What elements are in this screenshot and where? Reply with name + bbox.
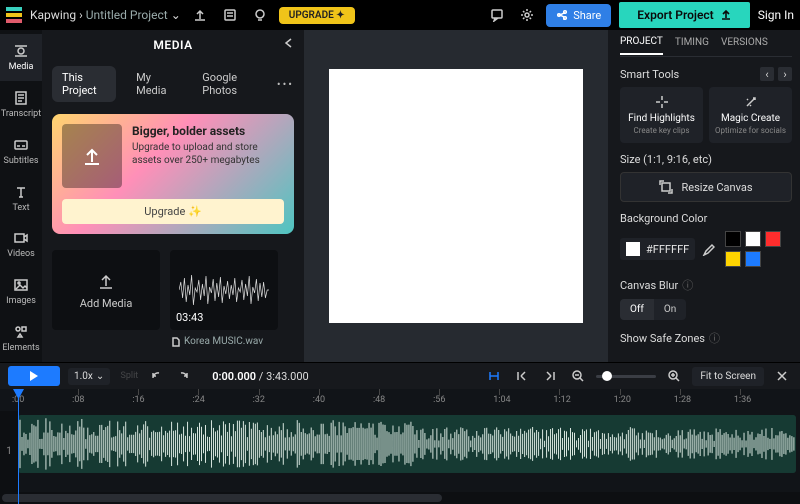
upgrade-card-title: Bigger, bolder assets: [132, 124, 284, 138]
audio-file-icon: [170, 337, 180, 347]
swatch-white[interactable]: [745, 231, 761, 247]
clip-duration: 03:43: [176, 311, 203, 324]
share-button[interactable]: Share: [546, 4, 611, 27]
play-button[interactable]: [8, 366, 60, 386]
media-panel-title: MEDIA: [153, 38, 192, 52]
audio-clip[interactable]: [18, 415, 796, 473]
redo-button[interactable]: [174, 366, 194, 386]
size-label: Size (1:1, 9:16, etc): [620, 153, 792, 166]
rail-subtitles[interactable]: Subtitles: [0, 128, 42, 175]
gear-icon[interactable]: [516, 4, 538, 26]
timeline: 1.0x ⌄ Split 0:00.000 / 3:43.000 Fit to …: [0, 362, 800, 504]
rail-elements[interactable]: Elements: [0, 315, 42, 362]
sidebar-rail: Media Transcript Subtitles Text Videos I…: [0, 30, 42, 362]
blur-toggle: Off On: [620, 299, 686, 320]
breadcrumb-sep: ›: [79, 8, 86, 22]
smart-next[interactable]: ›: [778, 67, 792, 81]
timeline-scrollbar[interactable]: [0, 492, 800, 504]
tab-this-project[interactable]: This Project: [52, 66, 116, 102]
timeline-ruler[interactable]: :00:08:16:24:32:40:48:561:041:121:201:28…: [0, 389, 800, 411]
track-number: 1: [0, 411, 18, 492]
sparkle-icon: [655, 95, 669, 109]
zoom-out-button[interactable]: [568, 366, 588, 386]
resize-icon: [659, 180, 673, 194]
swatch-blue[interactable]: [745, 251, 761, 267]
blur-on[interactable]: On: [654, 299, 686, 320]
split-button[interactable]: Split: [118, 366, 138, 386]
upgrade-button[interactable]: UPGRADE ✦: [279, 7, 355, 24]
collapse-panel-button[interactable]: [278, 32, 300, 54]
canvas[interactable]: [329, 69, 583, 323]
media-clip-tile[interactable]: 03:43: [170, 250, 278, 330]
smart-prev[interactable]: ‹: [760, 67, 774, 81]
canvas-area[interactable]: [304, 30, 608, 362]
breadcrumb: Kapwing › Untitled Project ⌄: [30, 8, 181, 22]
playback-speed[interactable]: 1.0x ⌄: [68, 368, 110, 385]
media-tabs-more[interactable]: •••: [277, 78, 294, 91]
clip-waveform: [18, 415, 796, 473]
waveform-icon: [179, 270, 269, 310]
signin-link[interactable]: Sign In: [758, 8, 794, 22]
swatch-black[interactable]: [725, 231, 741, 247]
upgrade-card: Bigger, bolder assets Upgrade to upload …: [52, 114, 294, 234]
upload-icon[interactable]: [189, 4, 211, 26]
upgrade-card-body: Upgrade to upload and store assets over …: [132, 141, 284, 167]
clip-filename: Korea MUSIC.wav: [170, 336, 278, 347]
rail-transcript[interactable]: Transcript: [0, 81, 42, 128]
rail-videos[interactable]: Videos: [0, 221, 42, 268]
eyedropper-button[interactable]: [701, 242, 715, 256]
zoom-slider[interactable]: [596, 375, 656, 378]
bg-hex-input[interactable]: #FFFFFF: [620, 238, 695, 260]
blur-off[interactable]: Off: [620, 299, 654, 320]
tab-project[interactable]: PROJECT: [620, 36, 663, 55]
smart-find-highlights[interactable]: Find Highlights Create key clips: [620, 87, 703, 143]
rail-text[interactable]: Text: [0, 175, 42, 222]
snap-toggle[interactable]: [484, 366, 504, 386]
current-color-swatch: [626, 242, 640, 256]
notes-icon[interactable]: [219, 4, 241, 26]
smart-magic-create[interactable]: Magic Create Optimize for socials: [709, 87, 792, 143]
swatch-red[interactable]: [765, 231, 781, 247]
tab-google-photos[interactable]: Google Photos: [192, 66, 267, 102]
add-media-tile[interactable]: Add Media: [52, 250, 160, 330]
lightbulb-icon[interactable]: [249, 4, 271, 26]
brand-logo: [6, 7, 22, 23]
project-panel: PROJECT TIMING VERSIONS Smart Tools ‹ › F…: [608, 30, 800, 362]
smart-tools-label: Smart Tools: [620, 68, 679, 81]
zoom-in-button[interactable]: [664, 366, 684, 386]
rail-images[interactable]: Images: [0, 268, 42, 315]
swatch-yellow[interactable]: [725, 251, 741, 267]
brand-name: Kapwing: [30, 8, 76, 22]
tab-my-media[interactable]: My Media: [126, 66, 182, 102]
export-button[interactable]: Export Project: [619, 2, 749, 28]
playhead[interactable]: [18, 389, 19, 504]
comment-icon[interactable]: [486, 4, 508, 26]
timecode: 0:00.000 / 3:43.000: [212, 370, 309, 383]
fit-to-screen-button[interactable]: Fit to Screen: [692, 367, 764, 386]
tab-versions[interactable]: VERSIONS: [721, 37, 768, 54]
blur-label: Canvas Blur: [620, 279, 678, 292]
scrollbar-thumb[interactable]: [2, 494, 442, 502]
close-timeline-button[interactable]: [772, 366, 792, 386]
wand-icon: [744, 95, 758, 109]
trim-end-button[interactable]: [540, 366, 560, 386]
upgrade-card-thumb: [62, 124, 122, 188]
tab-timing[interactable]: TIMING: [675, 37, 709, 54]
color-palette: [725, 231, 792, 267]
undo-button[interactable]: [146, 366, 166, 386]
project-menu-caret[interactable]: ⌄: [171, 8, 181, 22]
media-panel: MEDIA This Project My Media Google Photo…: [42, 30, 304, 362]
bg-color-label: Background Color: [620, 212, 792, 225]
top-bar: Kapwing › Untitled Project ⌄ UPGRADE ✦ S…: [0, 0, 800, 30]
trim-start-button[interactable]: [512, 366, 532, 386]
safe-zones-label: Show Safe Zones: [620, 332, 705, 345]
resize-canvas-button[interactable]: Resize Canvas: [620, 172, 792, 202]
rail-media[interactable]: Media: [0, 34, 42, 81]
project-name[interactable]: Untitled Project: [86, 8, 168, 22]
zoom-slider-thumb[interactable]: [602, 371, 612, 381]
upgrade-card-cta[interactable]: Upgrade ✨: [62, 199, 284, 224]
